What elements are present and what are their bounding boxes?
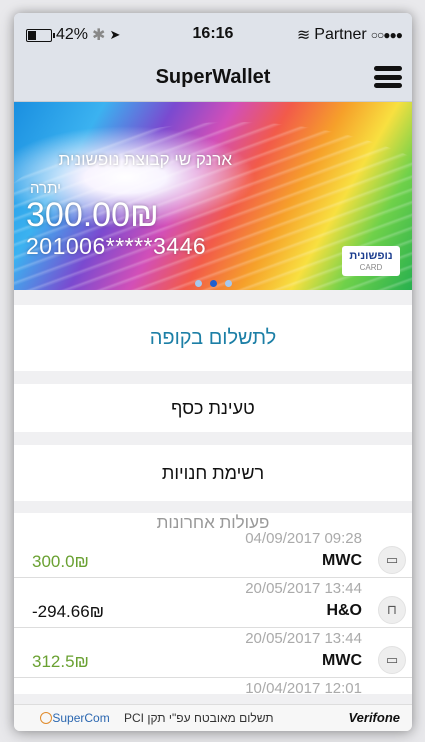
card-banner[interactable]: ארנק שי קבוצת נופשונית יתרה 300.00₪ 2010… — [14, 102, 412, 290]
transaction-date: 04/09/2017 09:28 — [245, 530, 362, 547]
transaction-row[interactable]: 04/09/2017 09:28 MWC 300.0₪ ▭ — [14, 528, 412, 578]
transaction-row[interactable]: 10/04/2017 12:01אמריקן איגל-289.84₪⊓ — [14, 678, 412, 694]
pci-secure-text: תשלום מאובטח עפ"י תקן PCI — [124, 711, 274, 725]
load-money-button[interactable]: טעינת כסף — [14, 384, 412, 432]
transaction-date: 10/04/2017 12:01 — [245, 680, 362, 694]
menu-bar — [374, 83, 402, 88]
app-title: SuperWallet — [155, 66, 271, 88]
card-pager[interactable] — [14, 274, 412, 290]
transaction-date: 20/05/2017 13:44 — [245, 630, 362, 647]
verifone-logo: Verifone — [348, 710, 400, 725]
menu-bar — [374, 74, 402, 80]
card-logo: נופשונית CARD — [342, 246, 400, 276]
card-logo-text: נופשונית — [349, 250, 393, 262]
pager-dot[interactable] — [224, 280, 232, 287]
transaction-date: 20/05/2017 13:44 — [245, 580, 362, 597]
carrier-name: Partner — [314, 26, 367, 43]
card-number: 201006*****3446 — [26, 233, 207, 259]
card-balance: 300.00₪ — [26, 196, 159, 234]
transaction-amount: -294.66₪ — [32, 602, 105, 621]
transaction-amount: 312.5₪ — [32, 652, 89, 671]
card-load-icon[interactable]: ▭ — [378, 546, 406, 574]
card-load-icon[interactable]: ▭ — [378, 646, 406, 674]
status-right: ≋ Partner ○○●●● — [296, 25, 403, 45]
pager-dot[interactable] — [209, 280, 217, 287]
nav-bar: SuperWallet — [14, 53, 412, 102]
card-name: ארנק שי קבוצת נופשונית — [58, 150, 232, 169]
transaction-list[interactable]: 04/09/2017 09:28 MWC 300.0₪ ▭ 20/05/2017 13:… — [14, 528, 412, 694]
supercom-circle-icon — [40, 712, 52, 724]
hamburger-menu-icon[interactable] — [374, 66, 402, 88]
transaction-row[interactable]: 20/05/2017 13:44 H&O -294.66₪ ⊓ — [14, 578, 412, 628]
store-list-button[interactable]: רשימת חנויות — [14, 445, 412, 501]
pager-dot[interactable] — [194, 280, 202, 287]
transaction-row[interactable]: 20/05/2017 13:44 MWC 312.5₪ ▭ — [14, 628, 412, 678]
transaction-merchant: H&O — [326, 602, 362, 619]
pay-at-checkout-button[interactable]: לתשלום בקופה — [14, 305, 412, 371]
menu-bar — [374, 66, 402, 71]
supercom-logo: SuperCom — [40, 711, 110, 725]
transaction-amount: 300.0₪ — [32, 552, 89, 571]
phone-screen: 42% ✱ ➤ 16:16 ≋ Partner ○○●●● SuperWalle… — [14, 13, 412, 731]
status-bar: 42% ✱ ➤ 16:16 ≋ Partner ○○●●● — [14, 13, 412, 53]
footer: SuperCom תשלום מאובטח עפ"י תקן PCI Verif… — [14, 704, 412, 731]
transaction-merchant: MWC — [322, 552, 362, 569]
signal-icon: ○○●●● — [370, 28, 403, 42]
wifi-icon: ≋ — [296, 27, 311, 44]
shopping-bag-icon[interactable]: ⊓ — [378, 596, 406, 624]
supercom-text: SuperCom — [52, 711, 110, 725]
card-balance-label: יתרה — [30, 180, 62, 197]
card-logo-sub: CARD — [359, 263, 383, 272]
transaction-merchant: MWC — [322, 652, 362, 669]
